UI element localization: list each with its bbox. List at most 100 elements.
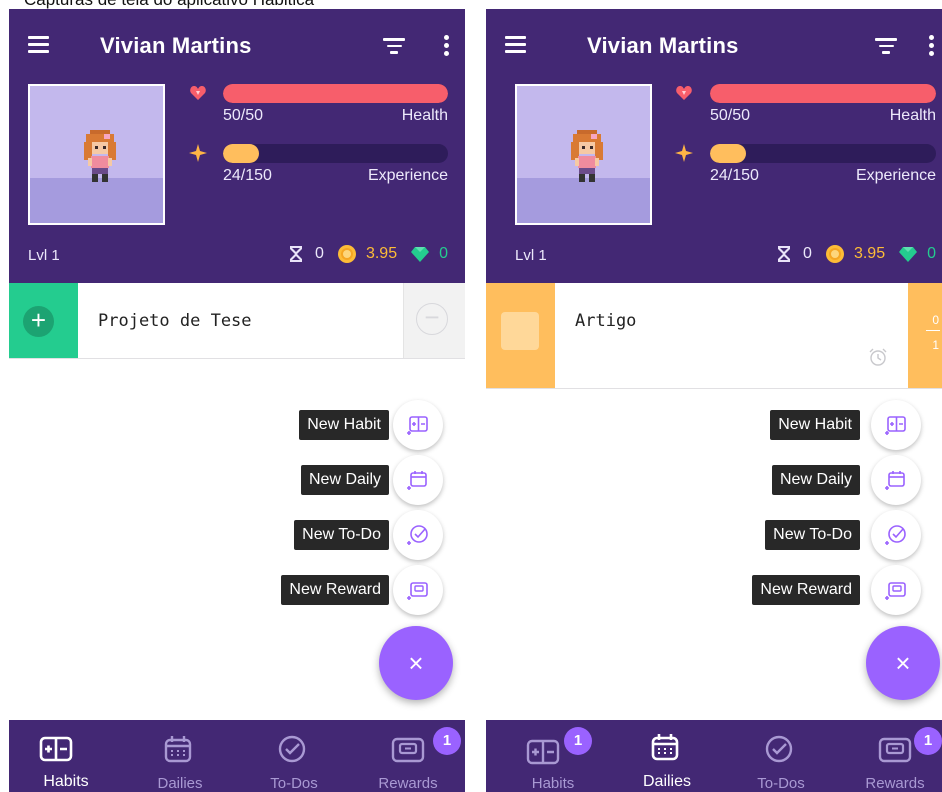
- new-todo-button[interactable]: [393, 510, 443, 560]
- avatar-character-icon: [84, 130, 116, 182]
- fab-menu-item-daily[interactable]: New Daily: [275, 455, 465, 505]
- new-reward-button[interactable]: [871, 565, 921, 615]
- currency-row: 0 3.95 0: [287, 243, 448, 265]
- health-bar-fill: [223, 84, 448, 103]
- todo-icon: [885, 525, 906, 545]
- fab-menu-item-habit[interactable]: New Habit: [752, 400, 942, 450]
- hamburger-menu-icon[interactable]: [505, 36, 526, 54]
- hourglass-count: 0: [315, 245, 324, 262]
- new-daily-label[interactable]: New Daily: [771, 465, 860, 495]
- habit-minus-button[interactable]: −: [416, 303, 448, 335]
- daily-task-row[interactable]: Artigo 0 1: [486, 283, 942, 389]
- more-options-icon[interactable]: [929, 35, 935, 57]
- figure-caption: Capturas de tela do aplicativo Habitica: [24, 0, 314, 9]
- hourglass-icon: [778, 246, 791, 262]
- hourglass-icon: [290, 246, 303, 262]
- new-habit-label[interactable]: New Habit: [299, 410, 389, 440]
- task-title[interactable]: Artigo: [575, 311, 636, 331]
- new-habit-button[interactable]: [393, 400, 443, 450]
- health-label: Health: [889, 107, 936, 124]
- experience-star-icon: [189, 144, 207, 162]
- new-daily-button[interactable]: [393, 455, 443, 505]
- health-value: 50/50: [223, 107, 264, 124]
- dailies-icon: [164, 736, 192, 763]
- nav-label-rewards: Rewards: [378, 775, 438, 792]
- habit-minus-area[interactable]: −: [403, 283, 465, 358]
- user-name: Vivian Martins: [100, 33, 252, 58]
- habits-icon: [39, 736, 73, 762]
- habit-plus-button[interactable]: +: [23, 306, 54, 337]
- fab-menu-item-todo[interactable]: New To-Do: [752, 510, 942, 560]
- nav-label-todos: To-Dos: [270, 775, 318, 792]
- dailies-screen: Vivian Martins 50/50 Health 24/150 Exper…: [486, 9, 942, 792]
- more-options-icon[interactable]: [444, 35, 450, 57]
- todos-icon: [278, 735, 306, 763]
- fab-menu-item-reward[interactable]: New Reward: [742, 565, 942, 615]
- new-reward-label[interactable]: New Reward: [752, 575, 860, 605]
- nav-label-todos: To-Dos: [757, 775, 805, 792]
- rewards-badge: 1: [433, 727, 461, 755]
- experience-label: Experience: [855, 167, 936, 184]
- nav-label-dailies: Dailies: [642, 773, 691, 790]
- bottom-navigation: Habits Dailies To-Dos 1 Rewards: [9, 720, 465, 792]
- gold-count: 3.95: [853, 245, 886, 262]
- habit-plus-area[interactable]: +: [9, 283, 78, 358]
- new-todo-button[interactable]: [871, 510, 921, 560]
- habits-icon: [526, 739, 560, 765]
- level-label: Lvl 1: [515, 247, 547, 264]
- app-header: Vivian Martins 50/50 Health 24/150 Exper…: [486, 9, 942, 283]
- avatar[interactable]: [28, 84, 165, 225]
- gold-coin-icon: [825, 245, 844, 263]
- rewards-badge: 1: [914, 727, 942, 755]
- hourglass-count: 0: [803, 245, 812, 262]
- experience-star-icon: [675, 144, 693, 162]
- daily-checkbox-area[interactable]: [486, 283, 555, 388]
- gem-icon: [899, 247, 918, 262]
- new-daily-button[interactable]: [871, 455, 921, 505]
- task-title[interactable]: Projeto de Tese: [98, 311, 252, 331]
- avatar[interactable]: [515, 84, 652, 225]
- nav-label-habits: Habits: [531, 775, 575, 792]
- streak-area: 0 1: [908, 283, 942, 388]
- health-value: 50/50: [710, 107, 751, 124]
- habit-task-row[interactable]: + Projeto de Tese −: [9, 283, 465, 359]
- nav-tab-rewards[interactable]: 1 Rewards: [828, 720, 942, 792]
- streak-count: 0: [932, 313, 939, 327]
- daily-checkbox[interactable]: [501, 312, 539, 350]
- nav-label-habits: Habits: [43, 773, 89, 790]
- hamburger-menu-icon[interactable]: [28, 36, 49, 54]
- new-habit-label[interactable]: New Habit: [770, 410, 860, 440]
- streak-total: 1: [932, 338, 939, 352]
- fab-menu-item-daily[interactable]: New Daily: [752, 455, 942, 505]
- fab-menu-item-reward[interactable]: New Reward: [265, 565, 465, 615]
- nav-label-dailies: Dailies: [157, 775, 203, 792]
- nav-tab-rewards[interactable]: 1 Rewards: [351, 720, 465, 792]
- new-reward-label[interactable]: New Reward: [281, 575, 389, 605]
- fab-close-button[interactable]: ×: [866, 626, 940, 700]
- new-daily-label[interactable]: New Daily: [300, 465, 389, 495]
- new-habit-button[interactable]: [871, 400, 921, 450]
- fab-menu-item-habit[interactable]: New Habit: [275, 400, 465, 450]
- experience-value: 24/150: [223, 167, 272, 184]
- fab-menu-item-todo[interactable]: New To-Do: [275, 510, 465, 560]
- nav-tab-todos[interactable]: To-Dos: [237, 720, 351, 792]
- habit-icon: [885, 416, 906, 435]
- gem-count: 0: [927, 245, 936, 262]
- experience-bar: [223, 144, 448, 163]
- health-bar-fill: [710, 84, 936, 103]
- nav-tab-dailies[interactable]: Dailies: [610, 720, 724, 792]
- daily-icon: [407, 471, 427, 490]
- new-reward-button[interactable]: [393, 565, 443, 615]
- fab-close-button[interactable]: ×: [379, 626, 453, 700]
- nav-tab-habits[interactable]: Habits: [9, 720, 123, 792]
- nav-tab-todos[interactable]: To-Dos: [724, 720, 838, 792]
- reward-icon: [885, 582, 906, 600]
- filter-icon[interactable]: [875, 38, 897, 54]
- nav-tab-dailies[interactable]: Dailies: [123, 720, 237, 792]
- user-name: Vivian Martins: [587, 33, 739, 58]
- habits-screen: Vivian Martins 50/50 Health 24/150 Exper…: [9, 9, 465, 792]
- nav-tab-habits[interactable]: 1 Habits: [486, 720, 600, 792]
- new-todo-label[interactable]: New To-Do: [765, 520, 860, 550]
- filter-icon[interactable]: [383, 38, 405, 54]
- new-todo-label[interactable]: New To-Do: [294, 520, 389, 550]
